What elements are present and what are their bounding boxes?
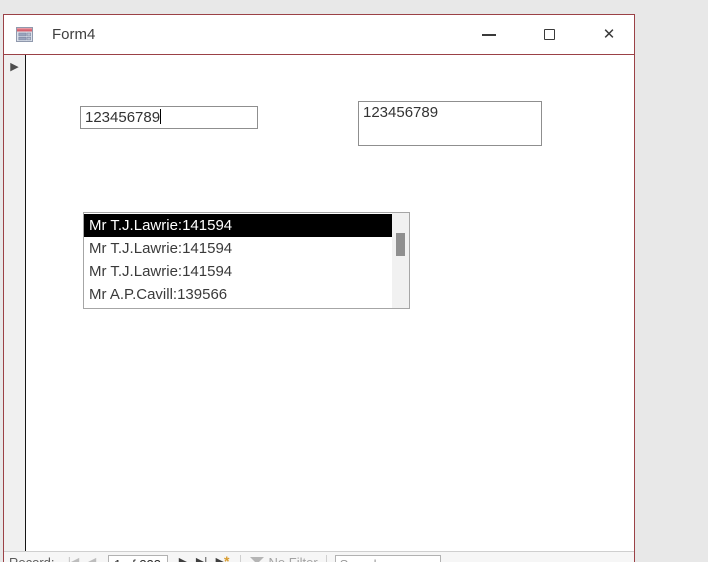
form4-window: Form4 ✕ ▶ 123456789 123456789 Mr T.J.Law… xyxy=(3,14,635,562)
list-item[interactable]: Mr T.J.Lawrie:141594 xyxy=(84,260,392,283)
desktop-background: Form4 ✕ ▶ 123456789 123456789 Mr T.J.Law… xyxy=(0,0,708,562)
no-filter-toggle[interactable]: No Filter xyxy=(269,555,318,562)
window-controls: ✕ xyxy=(466,15,632,54)
record-label: Record: xyxy=(9,555,55,562)
title-bar[interactable]: Form4 ✕ xyxy=(4,15,634,55)
record-selector-bar[interactable]: ▶ xyxy=(4,55,26,551)
record-navigation-bar: Record: |◀ ◀ 1 of 323 ▶ ▶| ▶* No Filter xyxy=(4,551,634,562)
separator xyxy=(325,555,327,562)
tall-text-input[interactable]: 123456789 xyxy=(358,101,542,146)
listbox-scrollbar[interactable] xyxy=(392,213,409,308)
minimize-icon xyxy=(482,33,496,36)
new-record-star-icon: * xyxy=(224,553,230,562)
separator xyxy=(239,555,241,562)
list-item[interactable]: Mr A.P.Cavill:139566 xyxy=(84,283,392,306)
record-selector-arrow-icon: ▶ xyxy=(10,61,19,73)
first-record-button[interactable]: |◀ xyxy=(64,555,84,562)
names-listbox: Mr T.J.Lawrie:141594 Mr T.J.Lawrie:14159… xyxy=(83,212,410,309)
new-record-button[interactable]: ▶ * xyxy=(212,553,234,562)
previous-record-button[interactable]: ◀ xyxy=(84,555,101,562)
maximize-button[interactable] xyxy=(526,15,572,54)
new-record-arrow-icon: ▶ xyxy=(215,556,225,562)
list-item[interactable]: Mr T.J.Lawrie:141594 xyxy=(84,237,392,260)
short-text-value: 123456789 xyxy=(85,109,161,126)
last-record-button[interactable]: ▶| xyxy=(192,555,212,562)
search-input[interactable] xyxy=(334,555,441,562)
short-text-input[interactable]: 123456789 xyxy=(80,106,258,129)
close-button[interactable]: ✕ xyxy=(586,15,632,54)
text-caret xyxy=(160,109,162,124)
current-record-box[interactable]: 1 of 323 xyxy=(107,555,168,562)
list-item[interactable]: Mr T.J.Lawrie:141594 xyxy=(84,214,392,237)
next-record-button[interactable]: ▶ xyxy=(175,555,192,562)
form-detail-area: ▶ 123456789 123456789 Mr T.J.Lawrie:1415… xyxy=(4,55,634,551)
listbox-items: Mr T.J.Lawrie:141594 Mr T.J.Lawrie:14159… xyxy=(84,213,392,306)
scrollbar-thumb[interactable] xyxy=(396,233,405,256)
filter-icon xyxy=(249,557,265,562)
tall-text-value: 123456789 xyxy=(363,104,439,121)
form-icon xyxy=(16,27,33,42)
minimize-button[interactable] xyxy=(466,15,512,54)
close-icon: ✕ xyxy=(602,26,616,43)
maximize-icon xyxy=(543,29,555,40)
window-title: Form4 xyxy=(52,26,96,43)
